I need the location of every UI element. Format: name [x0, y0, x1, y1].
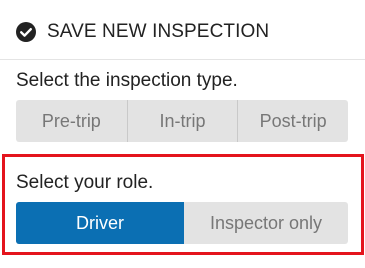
- inspection-type-prompt: Select the inspection type.: [16, 70, 238, 91]
- inspection-type-selector: Pre-trip In-trip Post-trip: [16, 100, 348, 142]
- role-prompt: Select your role.: [16, 172, 154, 193]
- post-trip-button[interactable]: Post-trip: [237, 100, 348, 142]
- driver-button[interactable]: Driver: [16, 202, 184, 244]
- in-trip-button[interactable]: In-trip: [126, 100, 238, 142]
- pre-trip-button[interactable]: Pre-trip: [16, 100, 127, 142]
- role-selector: Driver Inspector only: [16, 202, 348, 244]
- inspector-only-button[interactable]: Inspector only: [184, 202, 348, 244]
- dialog-title: SAVE NEW INSPECTION: [47, 21, 270, 42]
- dialog-header: SAVE NEW INSPECTION: [0, 0, 365, 60]
- check-circle-icon: [16, 22, 36, 42]
